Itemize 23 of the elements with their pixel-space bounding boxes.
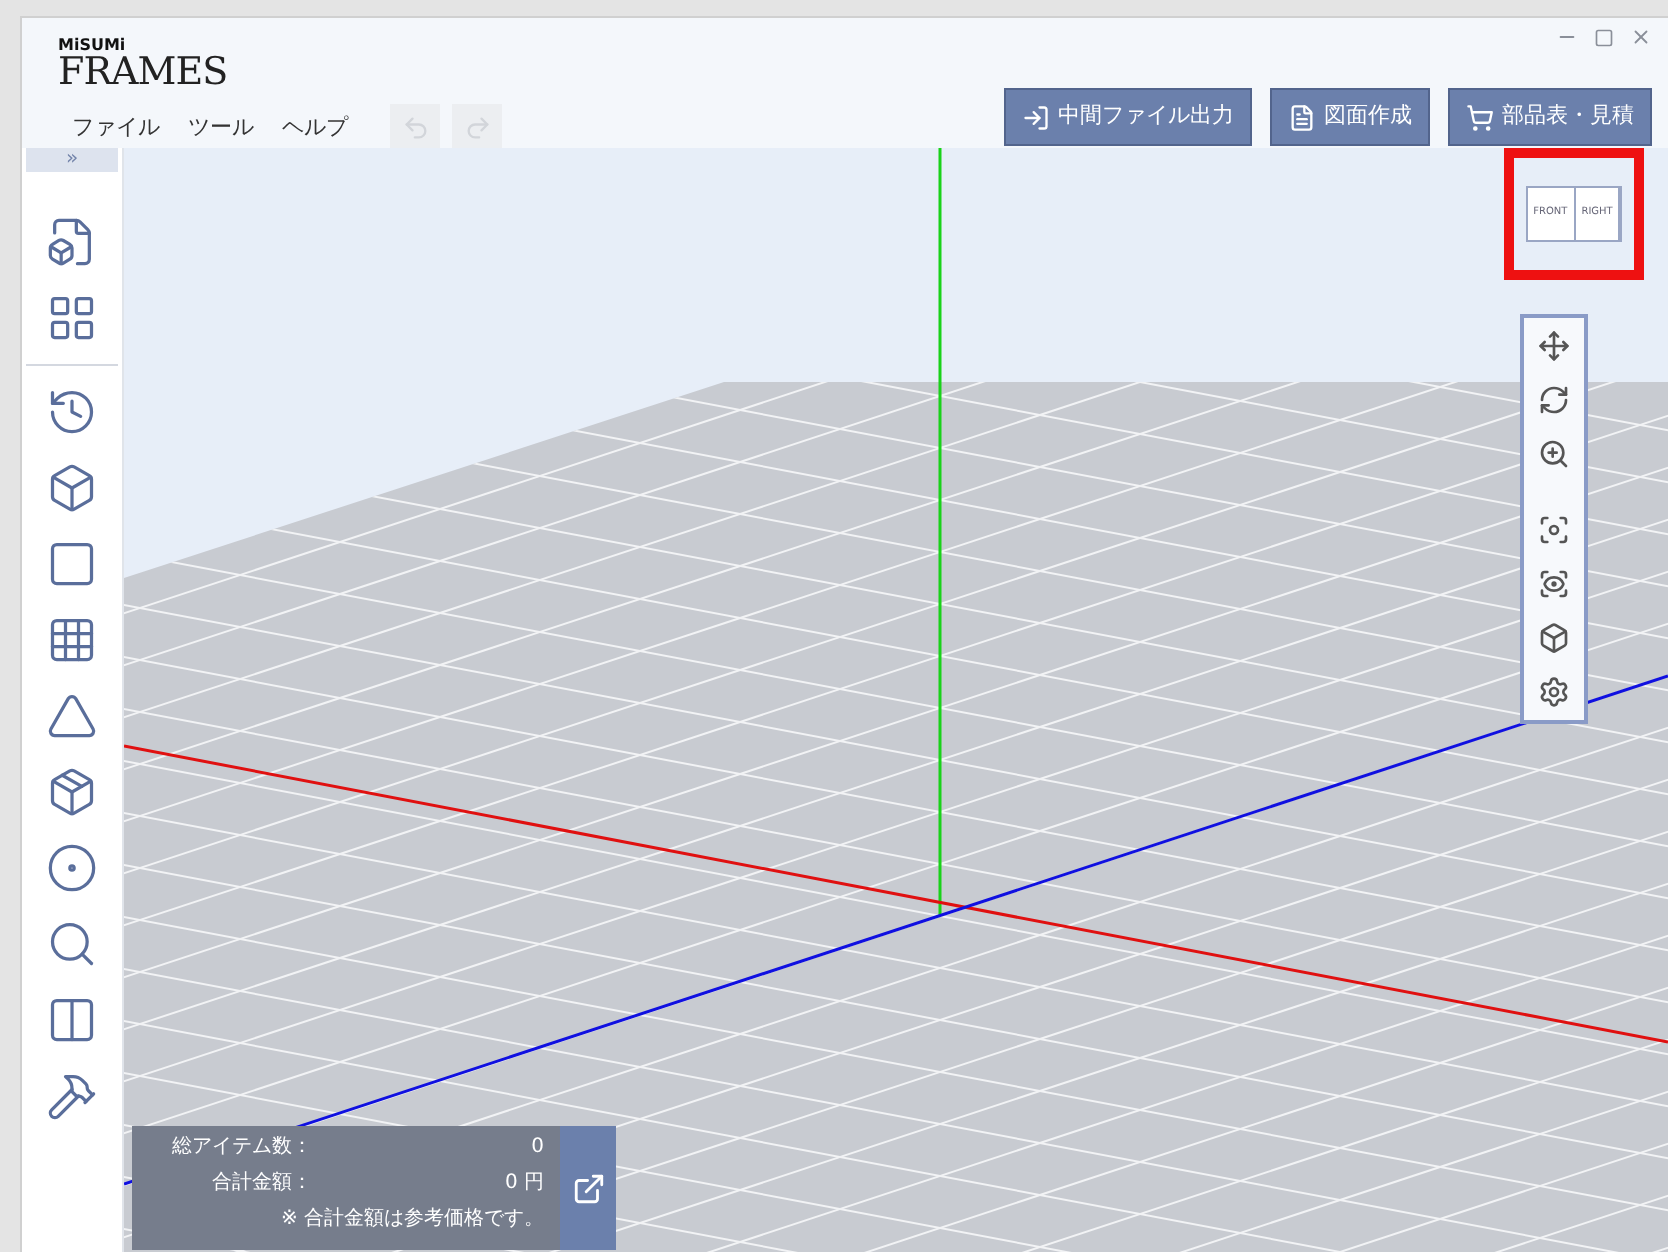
drawing-icon [1288, 103, 1316, 131]
price-note: ※ 合計金額は参考価格です。 [280, 1205, 544, 1234]
summary-label: 合計金額： [210, 1169, 312, 1198]
right-arrow-icon [463, 114, 491, 142]
pan-icon[interactable] [1534, 326, 1574, 366]
cart-icon [1466, 103, 1494, 131]
export-icon [1022, 103, 1050, 131]
menu-item[interactable]: ファイル [58, 111, 174, 145]
summary-value: 0 円 [504, 1170, 544, 1198]
product-logo: FRAMES [58, 54, 230, 92]
close-icon[interactable] [1630, 26, 1652, 48]
external-link-icon [571, 1171, 605, 1205]
open-summary-button[interactable] [560, 1126, 616, 1250]
cart-button[interactable]: 部品表・見積 [1448, 88, 1652, 146]
export-button[interactable]: 中間ファイル出力 [1004, 88, 1252, 146]
drawing-button[interactable]: 図面作成 [1270, 88, 1430, 146]
summary-value: 0 [531, 1134, 544, 1162]
left-arrow-icon [401, 114, 429, 142]
menu-item[interactable]: ヘルプ [268, 111, 362, 145]
maximize-icon[interactable] [1594, 27, 1614, 47]
menu-item[interactable]: ツール [174, 111, 268, 145]
brand-logo: MiSUMi [58, 38, 128, 54]
summary-label: 総アイテム数： [170, 1134, 312, 1162]
